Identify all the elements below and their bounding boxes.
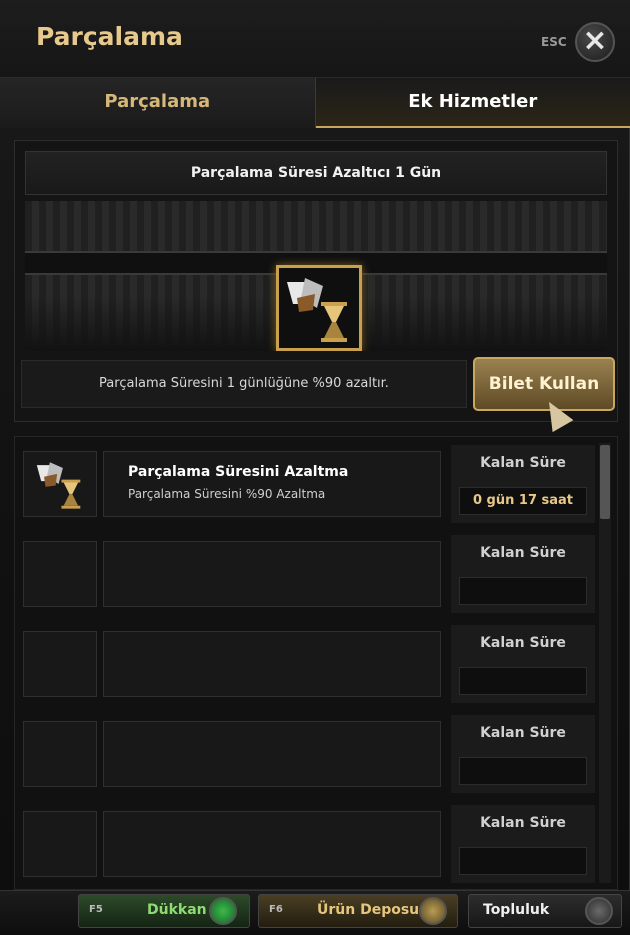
service-icon-slot	[23, 541, 97, 607]
service-icon-slot	[23, 811, 97, 877]
service-row: Parçalama Süresini Azaltma Parçalama Sür…	[23, 445, 595, 523]
use-ticket-button[interactable]: Bilet Kullan	[473, 357, 615, 411]
storage-hotkey: F6	[269, 904, 283, 915]
tab-additional-services[interactable]: Ek Hizmetler	[315, 78, 630, 128]
service-row: Kalan Süre	[23, 535, 595, 613]
shop-button[interactable]: F5 Dükkan	[78, 894, 250, 928]
dismantle-window: Parçalama ESC × Parçalama Ek Hizmetler P…	[0, 0, 630, 890]
service-description: Parçalama Süresini %90 Azaltma	[128, 487, 326, 501]
remaining-time-box: Kalan Süre	[451, 535, 595, 613]
service-icon-slot	[23, 451, 97, 517]
service-info	[103, 631, 441, 697]
remaining-time-value	[459, 667, 587, 695]
remaining-time-value: 0 gün 17 saat	[459, 487, 587, 515]
community-label: Topluluk	[483, 902, 550, 918]
hourglass-item-icon[interactable]	[276, 265, 362, 351]
remaining-time-box: Kalan Süre	[451, 625, 595, 703]
remaining-time-value	[459, 577, 587, 605]
item-name: Parçalama Süresi Azaltıcı 1 Gün	[25, 151, 607, 195]
list-scrollbar[interactable]	[599, 443, 611, 883]
service-name: Parçalama Süresini Azaltma	[128, 464, 349, 480]
community-button[interactable]: Topluluk	[468, 894, 622, 928]
bottom-bar: F5 Dükkan F6 Ürün Deposu Topluluk	[0, 890, 630, 935]
community-icon	[585, 897, 613, 925]
service-info	[103, 811, 441, 877]
title-bar: Parçalama ESC ×	[0, 0, 630, 78]
remaining-time-label: Kalan Süre	[480, 725, 566, 741]
close-icon[interactable]: ×	[575, 22, 615, 62]
item-panel: Parçalama Süresi Azaltıcı 1 Gün Parçalam…	[14, 140, 618, 422]
remaining-time-label: Kalan Süre	[480, 635, 566, 651]
remaining-time-box: Kalan Süre	[451, 715, 595, 793]
shop-icon	[209, 897, 237, 925]
tab-bar: Parçalama Ek Hizmetler	[0, 78, 630, 128]
storage-label: Ürün Deposu	[317, 902, 420, 918]
shop-hotkey: F5	[89, 904, 103, 915]
active-services-list: Parçalama Süresini Azaltma Parçalama Sür…	[14, 436, 618, 890]
service-info	[103, 721, 441, 787]
remaining-time-label: Kalan Süre	[480, 455, 566, 471]
remaining-time-label: Kalan Süre	[480, 815, 566, 831]
service-icon-slot	[23, 721, 97, 787]
esc-hint: ESC	[541, 35, 567, 49]
remaining-time-box: Kalan Süre	[451, 805, 595, 883]
tab-dismantle[interactable]: Parçalama	[0, 78, 316, 128]
service-row: Kalan Süre	[23, 715, 595, 793]
remaining-time-value	[459, 757, 587, 785]
remaining-time-label: Kalan Süre	[480, 545, 566, 561]
shop-label: Dükkan	[147, 902, 207, 918]
remaining-time-value	[459, 847, 587, 875]
service-info: Parçalama Süresini Azaltma Parçalama Sür…	[103, 451, 441, 517]
item-banner	[25, 201, 607, 351]
hourglass-item-icon	[36, 462, 81, 509]
storage-icon	[419, 897, 447, 925]
item-description: Parçalama Süresini 1 günlüğüne %90 azalt…	[21, 360, 467, 408]
service-row: Kalan Süre	[23, 625, 595, 703]
service-info	[103, 541, 441, 607]
remaining-time-box: Kalan Süre 0 gün 17 saat	[451, 445, 595, 523]
window-title: Parçalama	[36, 22, 183, 51]
item-storage-button[interactable]: F6 Ürün Deposu	[258, 894, 458, 928]
service-icon-slot	[23, 631, 97, 697]
service-row: Kalan Süre	[23, 805, 595, 883]
scrollbar-thumb[interactable]	[600, 445, 610, 519]
